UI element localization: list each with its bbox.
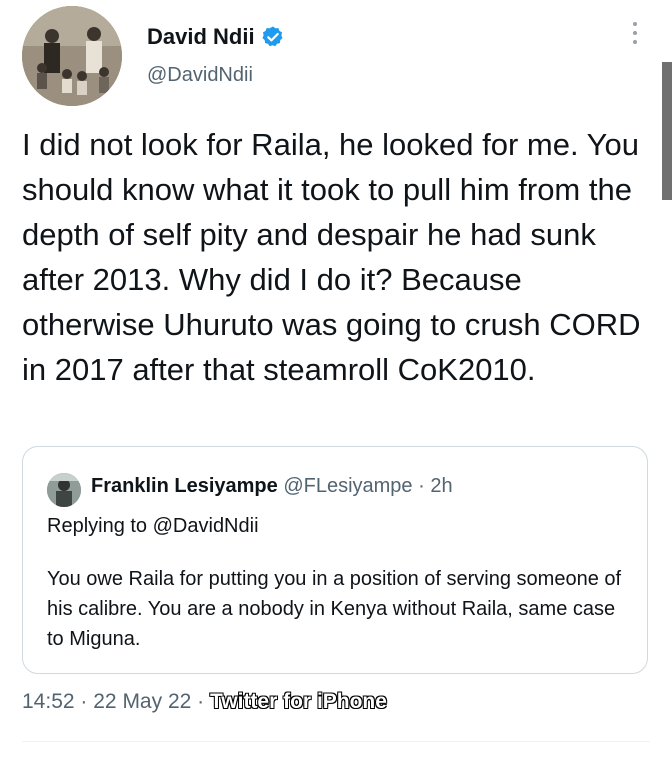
meta-separator: · <box>80 690 88 713</box>
quoted-author-name[interactable]: Franklin Lesiyampe <box>91 475 278 497</box>
tweet-meta: 14:52 · 22 May 22 · Twitter for iPhone <box>22 690 387 714</box>
scrollbar-thumb[interactable] <box>662 62 672 200</box>
quoted-author-avatar[interactable] <box>47 473 81 507</box>
author-avatar[interactable] <box>22 6 122 106</box>
replying-to-line: Replying to @DavidNdii <box>47 515 259 538</box>
meta-separator-2: · <box>197 690 205 713</box>
author-name[interactable]: David Ndii <box>147 24 255 50</box>
author-name-row: David Ndii <box>147 24 285 50</box>
quoted-author-handle[interactable]: @FLesiyampe <box>283 475 412 497</box>
replying-to-prefix: Replying to <box>47 515 153 537</box>
more-vertical-icon[interactable] <box>628 22 642 52</box>
replying-to-handle[interactable]: @DavidNdii <box>153 515 259 537</box>
divider <box>22 741 650 742</box>
quoted-tweet-text: You owe Raila for putting you in a posit… <box>47 568 622 650</box>
quoted-tweet-card[interactable]: Franklin Lesiyampe @FLesiyampe · 2h Repl… <box>22 446 648 674</box>
verified-badge-icon <box>261 25 285 49</box>
quoted-timestamp[interactable]: 2h <box>430 475 452 497</box>
author-handle[interactable]: @DavidNdii <box>147 64 253 87</box>
quoted-header: Franklin Lesiyampe @FLesiyampe · 2h <box>91 475 453 498</box>
tweet-text: I did not look for Raila, he looked for … <box>22 127 641 387</box>
tweet-time[interactable]: 14:52 <box>22 690 75 713</box>
tweet-source-app[interactable]: Twitter for iPhone <box>210 690 387 713</box>
tweet-date[interactable]: 22 May 22 <box>93 690 191 713</box>
quoted-separator: · <box>418 475 425 497</box>
